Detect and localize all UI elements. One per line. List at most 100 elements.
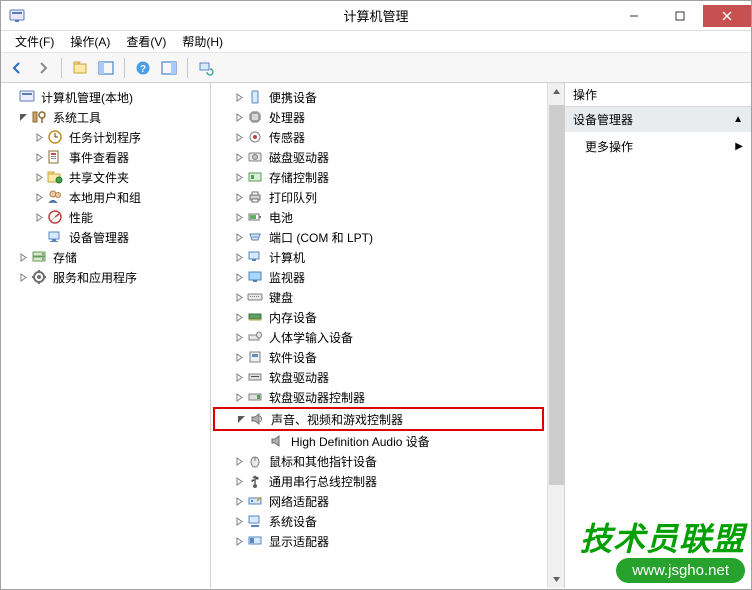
tree-performance[interactable]: 性能: [3, 207, 208, 227]
device-category-storage-controller[interactable]: 存储控制器: [213, 167, 544, 187]
device-category-keyboard[interactable]: 键盘: [213, 287, 544, 307]
device-category-portable[interactable]: 便携设备: [213, 87, 544, 107]
expand-icon[interactable]: [233, 351, 245, 363]
expand-icon[interactable]: [17, 251, 29, 263]
expand-icon[interactable]: [233, 251, 245, 263]
expand-icon[interactable]: [33, 131, 45, 143]
toolbar-separator: [61, 58, 62, 78]
expand-icon[interactable]: [233, 211, 245, 223]
actions-section[interactable]: 设备管理器 ▲: [565, 107, 751, 132]
storage-icon: [31, 249, 47, 265]
scroll-down-arrow[interactable]: [548, 571, 565, 588]
forward-button[interactable]: [31, 56, 55, 80]
menu-help[interactable]: 帮助(H): [174, 31, 231, 52]
up-button[interactable]: [68, 56, 92, 80]
expand-icon[interactable]: [233, 535, 245, 547]
actions-more[interactable]: 更多操作 ▶: [565, 132, 751, 161]
actions-section-label: 设备管理器: [573, 111, 633, 128]
tree-storage[interactable]: 存储: [3, 247, 208, 267]
tree-services-apps[interactable]: 服务和应用程序: [3, 267, 208, 287]
collapse-icon[interactable]: [17, 111, 29, 123]
tree-local-users[interactable]: 本地用户和组: [3, 187, 208, 207]
expand-icon[interactable]: [33, 191, 45, 203]
expand-icon[interactable]: [33, 171, 45, 183]
device-category-software-device[interactable]: 软件设备: [213, 347, 544, 367]
device-category-hid[interactable]: 人体学输入设备: [213, 327, 544, 347]
device-category-memory[interactable]: 内存设备: [213, 307, 544, 327]
device-category-ports[interactable]: 端口 (COM 和 LPT): [213, 227, 544, 247]
scrollbar-vertical[interactable]: [547, 83, 564, 588]
device-category-cpu[interactable]: 处理器: [213, 107, 544, 127]
actions-pane: 操作 设备管理器 ▲ 更多操作 ▶: [565, 83, 751, 588]
disk-icon: [247, 149, 263, 165]
expand-icon[interactable]: [233, 515, 245, 527]
collapse-icon[interactable]: [235, 413, 247, 425]
expand-icon[interactable]: [233, 311, 245, 323]
device-category-display[interactable]: 显示适配器: [213, 531, 544, 551]
expand-icon[interactable]: [233, 191, 245, 203]
device-category-computer[interactable]: 计算机: [213, 247, 544, 267]
device-category-floppy-controller[interactable]: 软盘驱动器控制器: [213, 387, 544, 407]
keyboard-icon: [247, 289, 263, 305]
expand-icon[interactable]: [233, 371, 245, 383]
computer-management-icon: [19, 89, 35, 105]
expand-icon[interactable]: [233, 111, 245, 123]
system-tools-icon: [31, 109, 47, 125]
device-category-mouse[interactable]: 鼠标和其他指针设备: [213, 451, 544, 471]
tree-task-scheduler[interactable]: 任务计划程序: [3, 127, 208, 147]
refresh-button[interactable]: [194, 56, 218, 80]
device-category-sensor[interactable]: 传感器: [213, 127, 544, 147]
speaker-icon: [249, 411, 265, 427]
body-area: 计算机管理(本地) 系统工具 任务计划程序 事件查看器 共享文件夹 本地用户和组: [1, 83, 751, 588]
back-button[interactable]: [5, 56, 29, 80]
device-category-sound[interactable]: 声音、视频和游戏控制器: [219, 409, 538, 429]
expand-icon[interactable]: [17, 271, 29, 283]
expand-icon[interactable]: [233, 271, 245, 283]
expand-icon[interactable]: [233, 131, 245, 143]
tree-event-viewer[interactable]: 事件查看器: [3, 147, 208, 167]
close-button[interactable]: [703, 5, 751, 27]
menu-action[interactable]: 操作(A): [62, 31, 118, 52]
services-icon: [31, 269, 47, 285]
collapse-arrow-icon: ▲: [733, 114, 743, 125]
expand-icon[interactable]: [233, 475, 245, 487]
expand-icon[interactable]: [33, 151, 45, 163]
device-category-print-queue[interactable]: 打印队列: [213, 187, 544, 207]
scroll-thumb[interactable]: [549, 105, 564, 485]
help-button[interactable]: ?: [131, 56, 155, 80]
storage-controller-icon: [247, 169, 263, 185]
speaker-icon: [269, 433, 285, 449]
printer-icon: [247, 189, 263, 205]
device-category-system[interactable]: 系统设备: [213, 511, 544, 531]
expand-icon[interactable]: [233, 495, 245, 507]
expand-icon[interactable]: [233, 171, 245, 183]
tree-device-manager[interactable]: 设备管理器: [3, 227, 208, 247]
device-category-disk[interactable]: 磁盘驱动器: [213, 147, 544, 167]
minimize-button[interactable]: [611, 5, 657, 27]
tree-shared-folders[interactable]: 共享文件夹: [3, 167, 208, 187]
device-category-monitor[interactable]: 监视器: [213, 267, 544, 287]
show-hide-tree-button[interactable]: [94, 56, 118, 80]
expand-icon[interactable]: [233, 91, 245, 103]
expand-icon[interactable]: [233, 231, 245, 243]
tree-system-tools[interactable]: 系统工具: [3, 107, 208, 127]
menu-file[interactable]: 文件(F): [7, 31, 62, 52]
floppy-controller-icon: [247, 389, 263, 405]
expand-icon[interactable]: [233, 391, 245, 403]
device-category-network[interactable]: 网络适配器: [213, 491, 544, 511]
menu-view[interactable]: 查看(V): [118, 31, 174, 52]
maximize-button[interactable]: [657, 5, 703, 27]
scroll-up-arrow[interactable]: [548, 83, 565, 100]
expand-icon[interactable]: [233, 455, 245, 467]
expand-icon[interactable]: [233, 151, 245, 163]
software-device-icon: [247, 349, 263, 365]
properties-button[interactable]: [157, 56, 181, 80]
device-category-floppy[interactable]: 软盘驱动器: [213, 367, 544, 387]
expand-icon[interactable]: [233, 291, 245, 303]
tree-root[interactable]: 计算机管理(本地): [3, 87, 208, 107]
device-sound-child[interactable]: High Definition Audio 设备: [213, 431, 544, 451]
expand-icon[interactable]: [233, 331, 245, 343]
expand-icon[interactable]: [33, 211, 45, 223]
device-category-usb[interactable]: 通用串行总线控制器: [213, 471, 544, 491]
device-category-battery[interactable]: 电池: [213, 207, 544, 227]
